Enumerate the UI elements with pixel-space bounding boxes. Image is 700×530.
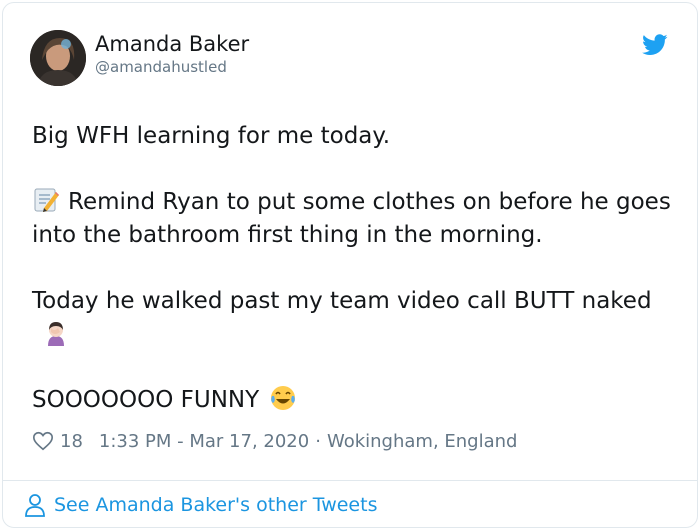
- memo-emoji: [32, 186, 60, 214]
- author-handle[interactable]: @amandahustled: [95, 58, 227, 76]
- other-tweets-label[interactable]: See Amanda Baker's other Tweets: [54, 494, 377, 516]
- author-name[interactable]: Amanda Baker: [95, 32, 249, 56]
- tweet-timestamp[interactable]: 1:33 PM - Mar 17, 2020: [99, 431, 309, 452]
- tears-of-joy-emoji: [269, 384, 297, 412]
- person-icon: [24, 493, 46, 517]
- avatar[interactable]: [30, 30, 86, 86]
- tweet-line-1: Big WFH learning for me today.: [32, 123, 391, 149]
- meta-separator: ·: [315, 430, 321, 452]
- tweet-text: Big WFH learning for me today. Remind Ry…: [32, 120, 672, 417]
- like-count[interactable]: 18: [60, 431, 83, 452]
- twitter-bird-icon[interactable]: [642, 34, 668, 56]
- heart-outline-icon[interactable]: [32, 430, 54, 452]
- tweet-line-2: Remind Ryan to put some clothes on befor…: [32, 186, 672, 252]
- tweet-location[interactable]: Wokingham, England: [327, 431, 518, 452]
- woman-facepalming-emoji: [42, 318, 70, 346]
- tweet-line-3: Today he walked past my team video call …: [32, 285, 672, 351]
- divider: [2, 480, 698, 481]
- other-tweets-link[interactable]: See Amanda Baker's other Tweets: [24, 490, 377, 520]
- tweet-line-4: SOOOOOOO FUNNY: [32, 384, 672, 417]
- tweet-meta: 18 1:33 PM - Mar 17, 2020 · Wokingham, E…: [32, 428, 517, 454]
